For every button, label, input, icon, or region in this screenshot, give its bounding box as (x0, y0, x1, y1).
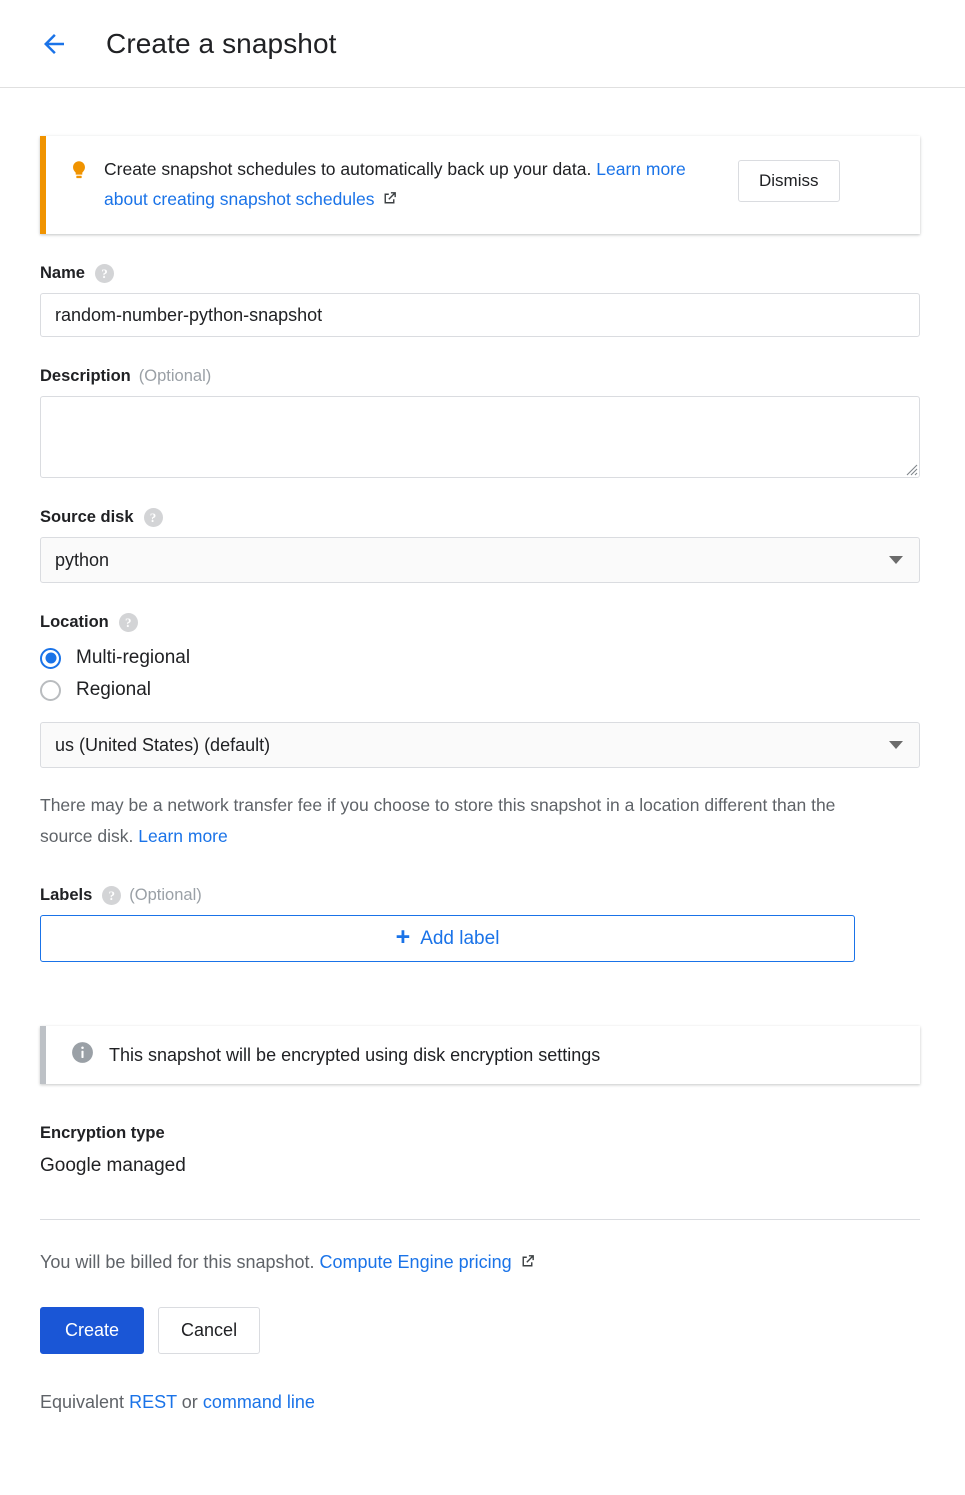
encryption-info-text: This snapshot will be encrypted using di… (109, 1044, 601, 1065)
dismiss-button[interactable]: Dismiss (738, 160, 840, 202)
help-icon[interactable]: ? (118, 613, 138, 632)
create-button[interactable]: Create (40, 1307, 145, 1354)
info-icon (70, 1040, 95, 1070)
encryption-type-label: Encryption type (40, 1124, 165, 1142)
description-label-text: Description (40, 367, 131, 385)
form-actions: Create Cancel (40, 1307, 925, 1354)
equivalent-separator: or (181, 1392, 198, 1412)
promo-banner-message: Create snapshot schedules to automatical… (104, 159, 592, 179)
equivalent-prefix: Equivalent (40, 1392, 125, 1412)
radio-regional-label: Regional (76, 679, 151, 700)
location-region-value: us (United States) (default) (55, 734, 271, 755)
chevron-down-icon (889, 556, 903, 564)
name-field-group: Name ? (40, 264, 925, 337)
location-transfer-note: There may be a network transfer fee if y… (40, 790, 870, 852)
name-label: Name ? (40, 264, 925, 283)
chevron-down-icon (889, 741, 903, 749)
location-label: Location ? (40, 613, 925, 632)
labels-optional-tag: (Optional) (129, 886, 202, 904)
location-region-select[interactable]: us (United States) (default) (40, 722, 920, 768)
source-disk-value: python (55, 549, 110, 570)
labels-field-group: Labels ? (Optional) + Add label (40, 886, 925, 962)
command-line-link[interactable]: command line (203, 1392, 315, 1412)
source-disk-select[interactable]: python (40, 537, 920, 583)
description-optional-tag: (Optional) (138, 367, 212, 385)
description-label: Description (Optional) (40, 367, 925, 386)
plus-icon: + (395, 923, 411, 951)
radio-mark-icon (40, 647, 61, 669)
promo-banner-text: Create snapshot schedules to automatical… (104, 154, 724, 216)
help-icon[interactable]: ? (143, 508, 163, 527)
help-icon[interactable]: ? (102, 886, 122, 905)
encryption-type-value: Google managed (40, 1155, 186, 1176)
location-learn-more-link[interactable]: Learn more (138, 826, 228, 846)
section-divider (40, 1219, 920, 1220)
page-title: Create a snapshot (106, 27, 337, 59)
compute-engine-pricing-link[interactable]: Compute Engine pricing (320, 1252, 512, 1272)
description-field-group: Description (Optional) (40, 367, 925, 478)
help-icon[interactable]: ? (94, 264, 114, 283)
billing-note: You will be billed for this snapshot. Co… (40, 1252, 925, 1275)
source-disk-label: Source disk ? (40, 508, 925, 527)
add-label-button[interactable]: + Add label (40, 915, 855, 962)
form-content: Create snapshot schedules to automatical… (0, 136, 965, 1433)
radio-regional[interactable]: Regional (40, 674, 925, 706)
location-field-group: Location ? Multi-regional Regional us (U… (40, 613, 925, 852)
source-disk-field-group: Source disk ? python (40, 508, 925, 583)
add-label-button-text: Add label (420, 927, 500, 949)
cancel-button[interactable]: Cancel (158, 1307, 261, 1354)
radio-multi-regional[interactable]: Multi-regional (40, 642, 925, 674)
source-disk-label-text: Source disk (40, 508, 134, 526)
labels-label-text: Labels (40, 886, 93, 904)
name-input[interactable] (40, 293, 920, 337)
lightbulb-icon (68, 157, 90, 188)
name-label-text: Name (40, 264, 85, 282)
back-button[interactable] (30, 20, 78, 68)
radio-mark-icon (40, 679, 61, 701)
radio-multi-regional-label: Multi-regional (76, 647, 191, 668)
description-textarea[interactable] (40, 396, 920, 478)
description-textarea-wrap (40, 396, 920, 478)
labels-label: Labels ? (Optional) (40, 886, 925, 905)
billing-note-text: You will be billed for this snapshot. (40, 1252, 315, 1272)
page-header: Create a snapshot (0, 0, 965, 88)
equivalent-links: Equivalent REST or command line (40, 1392, 925, 1433)
external-link-icon (381, 186, 398, 216)
encryption-info-banner: This snapshot will be encrypted using di… (40, 1026, 920, 1084)
arrow-left-icon (39, 29, 69, 59)
snapshot-schedule-promo-banner: Create snapshot schedules to automatical… (40, 136, 920, 234)
rest-link[interactable]: REST (129, 1392, 177, 1412)
location-label-text: Location (40, 613, 109, 631)
external-link-icon (519, 1253, 536, 1275)
